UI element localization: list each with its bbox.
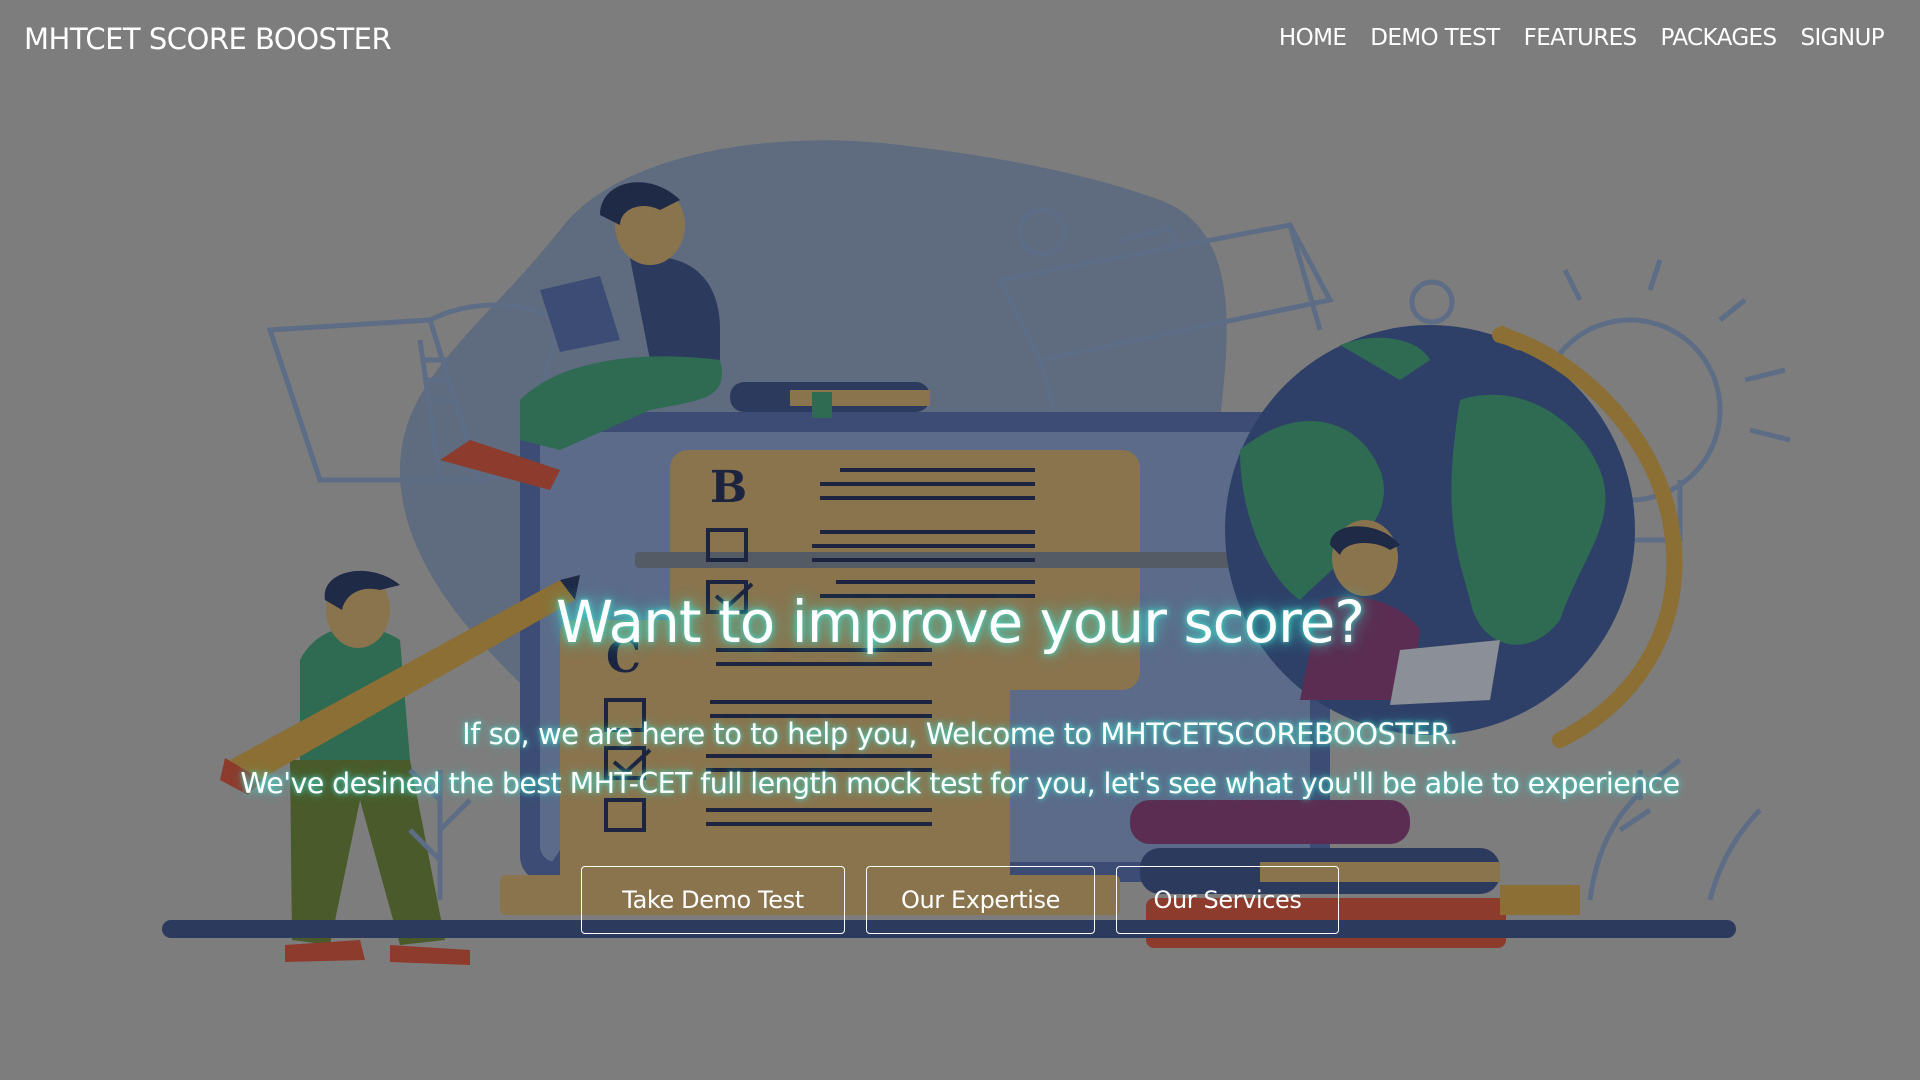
take-demo-test-button[interactable]: Take Demo Test — [581, 866, 845, 934]
top-navbar: MHTCET SCORE BOOSTER HOME DEMO TEST FEAT… — [0, 0, 1920, 86]
hero-subtitle-line2: We've desined the best MHT-CET full leng… — [240, 767, 1680, 800]
nav-demo-test[interactable]: DEMO TEST — [1370, 25, 1500, 51]
nav-home[interactable]: HOME — [1279, 25, 1347, 51]
hero-buttons: Take Demo Test Our Expertise Our Service… — [581, 866, 1339, 934]
exam-letter-b: B — [710, 462, 747, 513]
nav-features[interactable]: FEATURES — [1524, 25, 1638, 51]
landing-page: B C MHTCET SCORE BOOSTER HOME DEMO TEST … — [0, 0, 1920, 1080]
our-services-button[interactable]: Our Services — [1116, 866, 1339, 934]
hero-subtitle-line1: If so, we are here to to help you, Welco… — [462, 717, 1458, 751]
nav-packages[interactable]: PACKAGES — [1661, 25, 1778, 51]
nav-signup[interactable]: SIGNUP — [1800, 25, 1884, 51]
nav-links: HOME DEMO TEST FEATURES PACKAGES SIGNUP — [1279, 25, 1885, 51]
brand-logo[interactable]: MHTCET SCORE BOOSTER — [24, 22, 392, 56]
our-expertise-button[interactable]: Our Expertise — [866, 866, 1095, 934]
hero-title: Want to improve your score? — [555, 588, 1365, 656]
